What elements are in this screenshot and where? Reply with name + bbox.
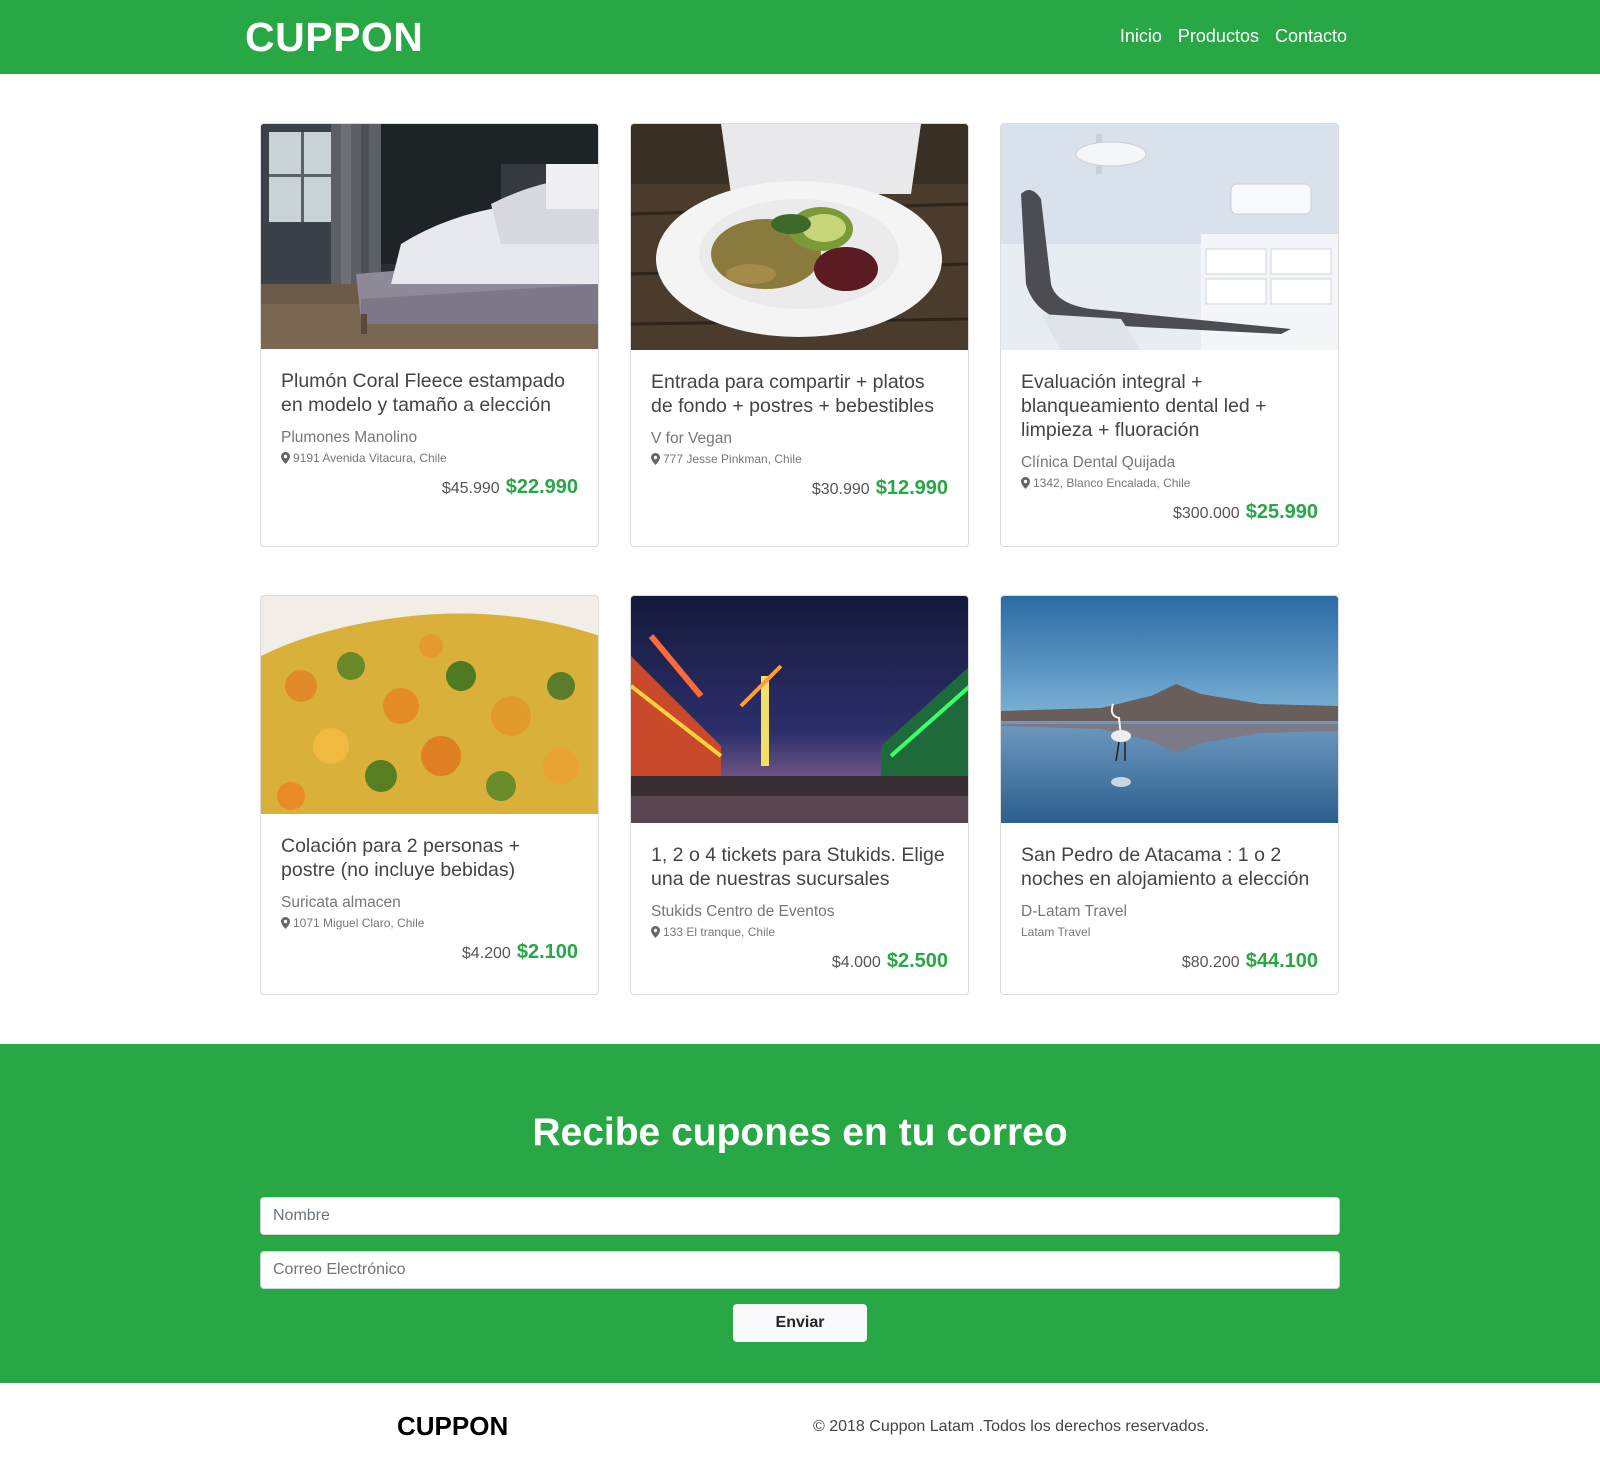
product-title[interactable]: Colación para 2 personas + postre (no in…	[281, 834, 578, 882]
address-text: 777 Jesse Pinkman, Chile	[663, 452, 802, 466]
new-price: $25.990	[1245, 501, 1318, 523]
price-group: $30.990 $12.990	[812, 477, 948, 500]
product-card[interactable]: 1, 2 o 4 tickets para Stukids. Elige una…	[630, 595, 969, 995]
product-title[interactable]: Entrada para compartir + platos de fondo…	[651, 370, 948, 418]
product-address: 133 El tranque, Chile	[651, 924, 948, 940]
product-title[interactable]: San Pedro de Atacama : 1 o 2 noches en a…	[1021, 843, 1318, 891]
new-price: $12.990	[875, 477, 948, 499]
map-pin-icon	[1021, 477, 1030, 489]
flamingo-lagoon-photo[interactable]	[1001, 596, 1338, 823]
address-text: 1342, Blanco Encalada, Chile	[1033, 476, 1191, 490]
new-price: $44.100	[1245, 950, 1318, 972]
nav-link-inicio[interactable]: Inicio	[1120, 24, 1162, 48]
new-price: $22.990	[505, 476, 578, 498]
map-pin-icon	[281, 452, 290, 464]
brand-logo[interactable]: CUPPON	[245, 14, 423, 60]
subscribe-title: Recibe cupones en tu correo	[532, 1111, 1068, 1154]
product-address: 1071 Miguel Claro, Chile	[281, 915, 578, 931]
product-title[interactable]: Plumón Coral Fleece estampado en modelo …	[281, 369, 578, 417]
product-title[interactable]: 1, 2 o 4 tickets para Stukids. Elige una…	[651, 843, 948, 891]
product-address: 1342, Blanco Encalada, Chile	[1021, 475, 1318, 491]
product-address: 777 Jesse Pinkman, Chile	[651, 451, 948, 467]
dental-chair-photo[interactable]	[1001, 124, 1338, 350]
map-pin-icon	[281, 917, 290, 929]
product-card[interactable]: Colación para 2 personas + postre (no in…	[260, 595, 599, 995]
product-vendor: Clínica Dental Quijada	[1021, 454, 1176, 471]
product-card[interactable]: Evaluación integral + blanqueamiento den…	[1000, 123, 1339, 547]
address-text: 133 El tranque, Chile	[663, 925, 776, 939]
address-text: 1071 Miguel Claro, Chile	[293, 916, 425, 930]
product-address: 9191 Avenida Vitacura, Chile	[281, 450, 578, 466]
product-card[interactable]: Entrada para compartir + platos de fondo…	[630, 123, 969, 547]
old-price: $30.990	[811, 481, 870, 498]
nav-links: Inicio Productos Contacto	[1120, 24, 1347, 48]
product-vendor: Plumones Manolino	[281, 429, 418, 446]
old-price: $45.990	[441, 480, 500, 497]
old-price: $300.000	[1172, 505, 1240, 522]
old-price: $80.200	[1181, 954, 1240, 971]
product-vendor: D-Latam Travel	[1021, 903, 1127, 920]
new-price: $2.100	[516, 941, 578, 963]
vegan-dish-photo[interactable]	[631, 124, 968, 350]
price-group: $300.000 $25.990	[1173, 501, 1318, 524]
price-group: $4.000 $2.500	[832, 950, 948, 973]
bedroom-photo[interactable]	[261, 124, 598, 349]
product-vendor: Suricata almacen	[281, 894, 401, 911]
nav-link-productos[interactable]: Productos	[1178, 24, 1259, 48]
map-pin-icon	[651, 453, 660, 465]
product-vendor: V for Vegan	[651, 430, 733, 447]
navbar: CUPPON Inicio Productos Contacto	[0, 0, 1600, 74]
product-address: Latam Travel	[1021, 924, 1318, 940]
map-pin-icon	[651, 926, 660, 938]
amusement-fair-photo[interactable]	[631, 596, 968, 823]
product-title[interactable]: Evaluación integral + blanqueamiento den…	[1021, 370, 1318, 442]
footer-copyright: © 2018 Cuppon Latam .Todos los derechos …	[813, 1418, 1210, 1435]
email-input[interactable]	[260, 1251, 1340, 1289]
address-text: Latam Travel	[1021, 925, 1091, 939]
subscribe-section: Recibe cupones en tu correo Enviar	[0, 1044, 1600, 1383]
price-group: $45.990 $22.990	[442, 476, 578, 499]
footer-brand: CUPPON	[397, 1411, 509, 1441]
address-text: 9191 Avenida Vitacura, Chile	[293, 451, 447, 465]
old-price: $4.000	[831, 954, 881, 971]
product-vendor: Stukids Centro de Eventos	[651, 903, 835, 920]
vegetable-dish-photo[interactable]	[261, 596, 598, 814]
new-price: $2.500	[886, 950, 948, 972]
product-card[interactable]: San Pedro de Atacama : 1 o 2 noches en a…	[1000, 595, 1339, 995]
old-price: $4.200	[461, 945, 511, 962]
price-group: $4.200 $2.100	[462, 941, 578, 964]
nav-link-contacto[interactable]: Contacto	[1275, 24, 1347, 48]
send-button[interactable]: Enviar	[733, 1304, 867, 1342]
price-group: $80.200 $44.100	[1182, 950, 1318, 973]
name-input[interactable]	[260, 1197, 1340, 1235]
product-card[interactable]: Plumón Coral Fleece estampado en modelo …	[260, 123, 599, 547]
